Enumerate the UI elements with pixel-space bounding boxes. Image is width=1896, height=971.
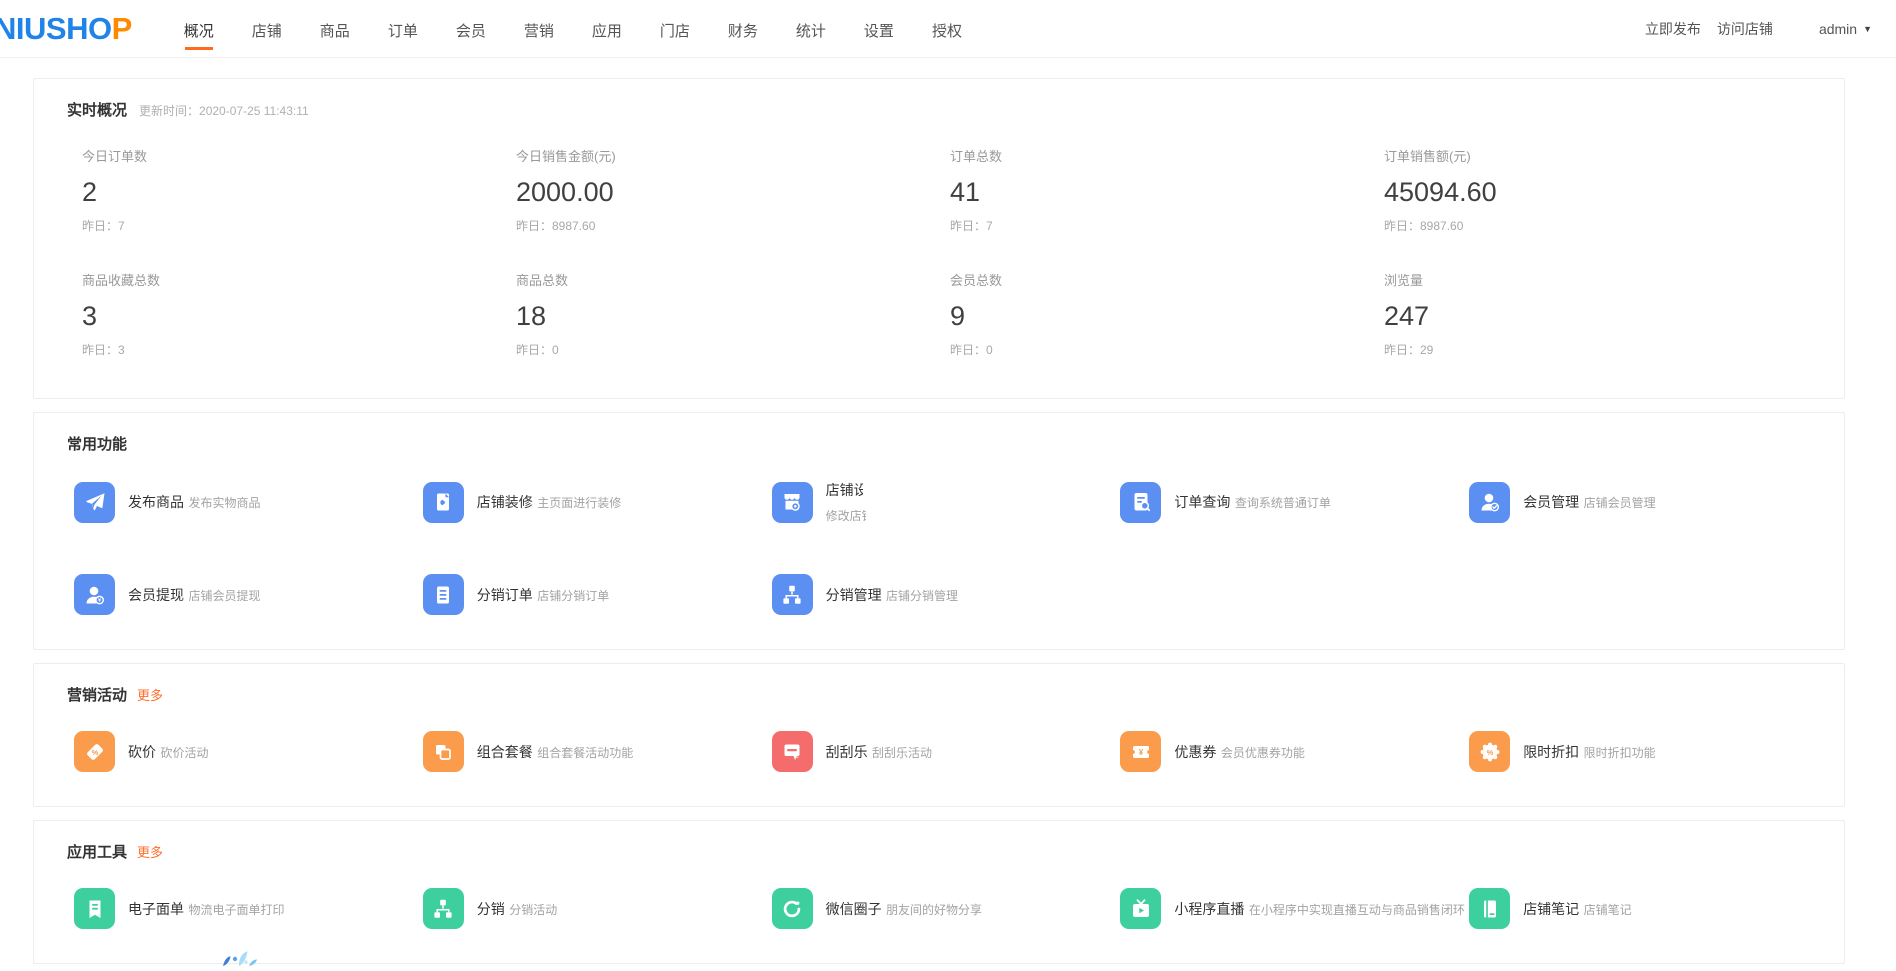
publish-now-link[interactable]: 立即发布 (1645, 19, 1701, 39)
realtime-title: 实时概况 (67, 99, 127, 120)
feature-distribution-manage[interactable]: 分销管理 店铺分销管理 (772, 574, 1121, 615)
app-tools-grid: 电子面单 物流电子面单打印 分销 分销活动 微信圈子 朋友间的好物分享 (34, 862, 1844, 929)
feature-shop-decorate[interactable]: 店铺装修 主页面进行装修 (423, 480, 772, 524)
nav-item-settings[interactable]: 设置 (864, 1, 894, 57)
storefront-icon (772, 482, 813, 523)
feature-miniprogram-live[interactable]: 小程序直播 在小程序中实现直播互动与商品销售闭环 (1120, 888, 1469, 929)
member-check-icon (1469, 482, 1510, 523)
feature-member-manage[interactable]: 会员管理 店铺会员管理 (1469, 480, 1818, 524)
svg-text:%: % (91, 748, 98, 757)
feature-publish-goods[interactable]: 发布商品 发布实物商品 (74, 480, 423, 524)
feature-scratch-card[interactable]: 刮刮乐 刮刮乐活动 (772, 731, 1121, 772)
discount-badge-icon: % (1469, 731, 1510, 772)
nav-item-overview[interactable]: 概况 (184, 1, 214, 57)
nav-item-stats[interactable]: 统计 (796, 1, 826, 57)
feature-time-discount[interactable]: % 限时折扣 限时折扣功能 (1469, 731, 1818, 772)
app-tools-more-link[interactable]: 更多 (137, 842, 163, 861)
app-tools-card: 应用工具 更多 电子面单 物流电子面单打印 分销 分销活动 (33, 820, 1845, 964)
feature-combo-package[interactable]: 组合套餐 组合套餐活动功能 (423, 731, 772, 772)
nav-item-members[interactable]: 会员 (456, 1, 486, 57)
navbar-right: 立即发布 访问店铺 admin ▼ (1629, 19, 1872, 39)
main-nav: 概况 店铺 商品 订单 会员 营销 应用 门店 财务 统计 设置 授权 (184, 1, 1000, 57)
decorative-illustration (215, 942, 279, 971)
waybill-icon (74, 888, 115, 929)
feature-e-waybill[interactable]: 电子面单 物流电子面单打印 (74, 888, 423, 929)
stat-total-members: 会员总数 9 昨日：0 (950, 270, 1384, 358)
stat-today-orders: 今日订单数 2 昨日：7 (82, 146, 516, 234)
app-tools-title: 应用工具 (67, 841, 127, 862)
logo-text-orange: P (112, 11, 132, 46)
admin-user-menu[interactable]: admin ▼ (1819, 21, 1872, 37)
feature-member-withdraw[interactable]: ¥ 会员提现 店铺会员提现 (74, 574, 423, 615)
stat-order-sales: 订单销售额(元) 45094.60 昨日：8987.60 (1384, 146, 1818, 234)
svg-text:%: % (1486, 747, 1493, 756)
stat-today-sales: 今日销售金额(元) 2000.00 昨日：8987.60 (516, 146, 950, 234)
common-functions-title: 常用功能 (67, 433, 127, 454)
feature-shop-settings[interactable]: 店铺设置 修改店铺设置 (772, 480, 1121, 524)
combo-squares-icon (423, 731, 464, 772)
order-list-icon (423, 574, 464, 615)
feature-distribution-orders[interactable]: 分销订单 店铺分销订单 (423, 574, 772, 615)
stats-grid: 今日订单数 2 昨日：7 今日销售金额(元) 2000.00 昨日：8987.6… (34, 120, 1844, 358)
org-chart-icon (772, 574, 813, 615)
common-functions-grid: 发布商品 发布实物商品 店铺装修 主页面进行装修 店铺设置 修改店铺设置 (34, 454, 1844, 615)
feature-coupon[interactable]: ¥ 优惠券 会员优惠券功能 (1120, 731, 1469, 772)
shop-note-icon (1469, 888, 1510, 929)
org-chart-icon (423, 888, 464, 929)
stat-total-goods: 商品总数 18 昨日：0 (516, 270, 950, 358)
feature-bargain[interactable]: % 砍价 砍价活动 (74, 731, 423, 772)
nav-item-goods[interactable]: 商品 (320, 1, 350, 57)
marketing-card: 营销活动 更多 % 砍价 砍价活动 组合套餐 组合套餐活动功能 (33, 663, 1845, 807)
feature-distribution[interactable]: 分销 分销活动 (423, 888, 772, 929)
page-decorate-icon (423, 482, 464, 523)
top-navbar: NIUSHOP 概况 店铺 商品 订单 会员 营销 应用 门店 财务 统计 设置… (0, 0, 1896, 58)
stat-goods-favorites: 商品收藏总数 3 昨日：3 (82, 270, 516, 358)
feature-shop-notes[interactable]: 店铺笔记 店铺笔记 (1469, 888, 1818, 929)
svg-text:¥: ¥ (1139, 748, 1144, 757)
feature-order-search[interactable]: 订单查询 查询系统普通订单 (1120, 480, 1469, 524)
chevron-down-icon: ▼ (1863, 24, 1872, 34)
nav-item-shop[interactable]: 店铺 (252, 1, 282, 57)
coupon-ticket-icon: ¥ (1120, 731, 1161, 772)
logo-text-blue: NIUSHO (0, 11, 112, 46)
nav-item-license[interactable]: 授权 (932, 1, 962, 57)
stat-total-orders: 订单总数 41 昨日：7 (950, 146, 1384, 234)
live-tv-icon (1120, 888, 1161, 929)
stat-page-views: 浏览量 247 昨日：29 (1384, 270, 1818, 358)
order-search-icon (1120, 482, 1161, 523)
nav-item-orders[interactable]: 订单 (388, 1, 418, 57)
update-time: 更新时间：2020-07-25 11:43:11 (139, 102, 309, 119)
paper-plane-icon (74, 482, 115, 523)
feature-wechat-circle[interactable]: 微信圈子 朋友间的好物分享 (772, 888, 1121, 929)
marketing-more-link[interactable]: 更多 (137, 685, 163, 704)
wechat-circle-icon (772, 888, 813, 929)
member-withdraw-icon: ¥ (74, 574, 115, 615)
marketing-grid: % 砍价 砍价活动 组合套餐 组合套餐活动功能 刮刮乐 刮刮乐活动 (34, 705, 1844, 772)
visit-shop-link[interactable]: 访问店铺 (1717, 19, 1773, 39)
marketing-title: 营销活动 (67, 684, 127, 705)
scratch-card-icon (772, 731, 813, 772)
nav-item-stores[interactable]: 门店 (660, 1, 690, 57)
realtime-overview-card: 实时概况 更新时间：2020-07-25 11:43:11 今日订单数 2 昨日… (33, 78, 1845, 399)
nav-item-apps[interactable]: 应用 (592, 1, 622, 57)
nav-item-marketing[interactable]: 营销 (524, 1, 554, 57)
common-functions-card: 常用功能 发布商品 发布实物商品 店铺装修 主页面进行装修 (33, 412, 1845, 650)
niushop-logo[interactable]: NIUSHOP (0, 11, 132, 47)
bargain-tag-icon: % (74, 731, 115, 772)
nav-item-finance[interactable]: 财务 (728, 1, 758, 57)
admin-username: admin (1819, 21, 1857, 37)
